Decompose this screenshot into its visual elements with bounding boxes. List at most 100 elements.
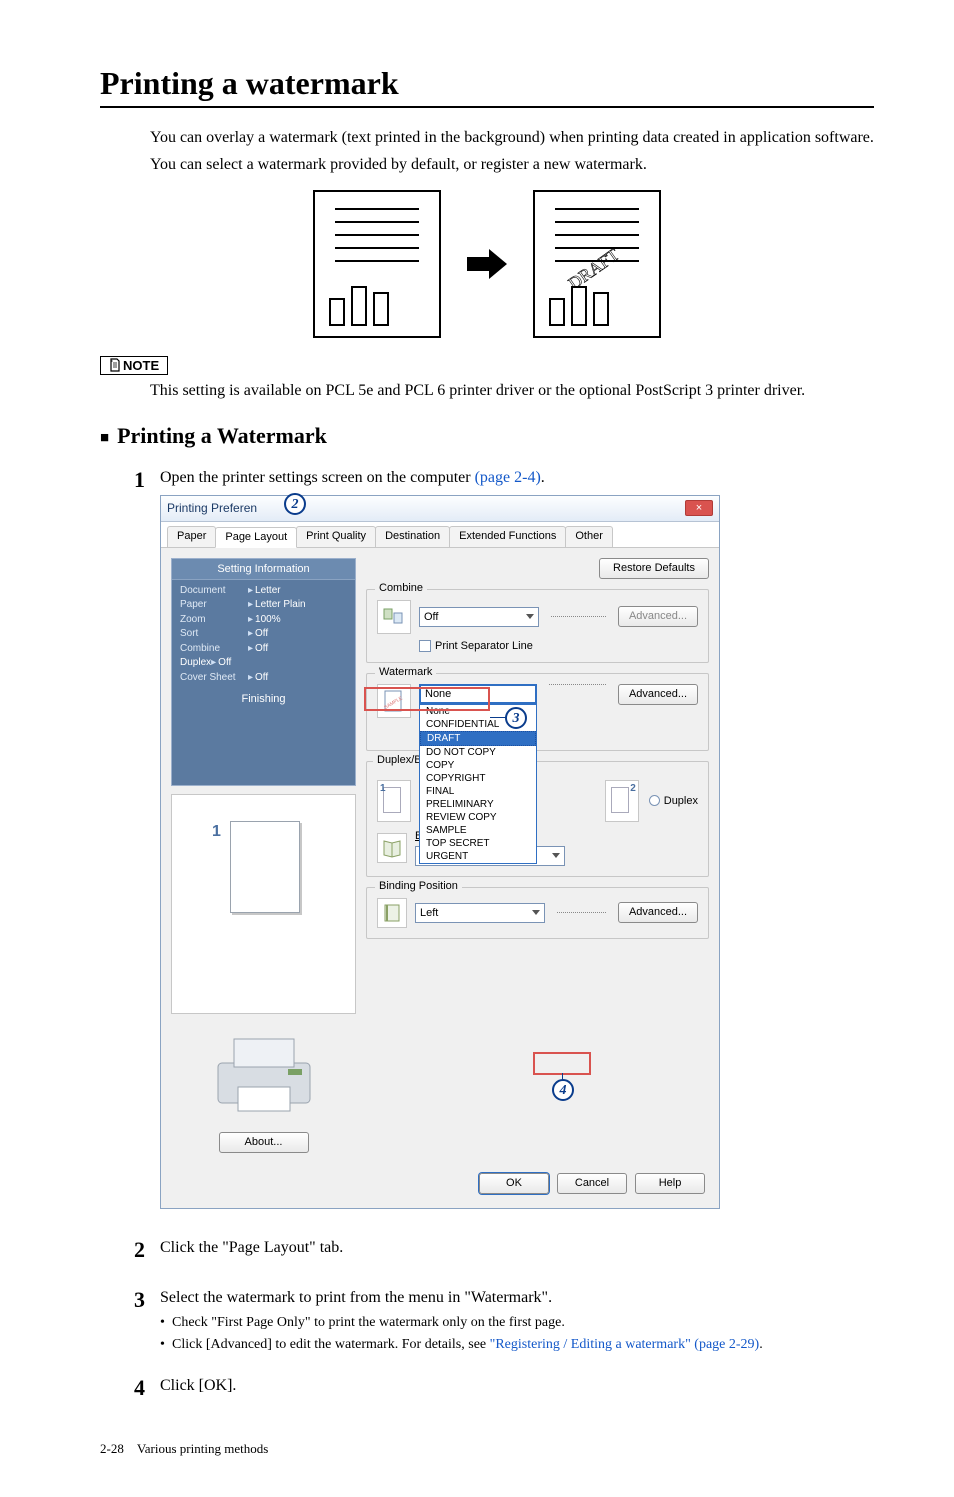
note-label-box: NOTE (100, 356, 168, 375)
doc-after: DRAFT (533, 190, 661, 338)
leader-3 (490, 717, 506, 718)
intro-par-2: You can select a watermark provided by d… (150, 153, 874, 176)
tab-strip: Paper Page Layout Print Quality Destinat… (161, 522, 719, 548)
wm-option[interactable]: COPYRIGHT (420, 772, 536, 785)
square-bullet-icon: ■ (100, 430, 109, 447)
section-title-text: Printing a Watermark (117, 423, 327, 448)
callout-3: 3 (505, 707, 527, 729)
si-paper-v: Letter Plain (255, 598, 306, 613)
group-watermark-title: Watermark (375, 666, 436, 678)
tab-extended-functions[interactable]: Extended Functions (449, 526, 566, 547)
si-cover-v: Off (255, 671, 268, 686)
footer-section-label: Various printing methods (137, 1441, 268, 1456)
close-button[interactable]: × (685, 500, 713, 516)
si-duplex-k: Duplex (180, 656, 211, 671)
tab-other[interactable]: Other (565, 526, 613, 547)
wm-option[interactable]: COPY (420, 759, 536, 772)
binding-select[interactable]: Left (415, 903, 545, 923)
finishing-label: Finishing (172, 689, 355, 711)
step-2-number: 2 (134, 1237, 160, 1263)
duplex-thumb-2[interactable]: 2 (605, 780, 639, 822)
wm-option[interactable]: PRELIMINARY (420, 798, 536, 811)
link-page-2-4[interactable]: (page 2-4) (475, 469, 541, 486)
setting-information-panel: Setting Information Document▸Letter Pape… (171, 558, 356, 786)
watermark-advanced-button[interactable]: Advanced... (618, 684, 698, 705)
setting-info-title: Setting Information (172, 559, 355, 580)
preview-page-number: 1 (212, 823, 221, 841)
si-doc-k: Document (180, 584, 248, 599)
combine-select[interactable]: Off (419, 607, 539, 627)
chevron-down-icon (526, 614, 534, 619)
si-sort-v: Off (255, 627, 268, 642)
tab-page-layout[interactable]: Page Layout (215, 527, 297, 548)
callout-2: 2 (284, 493, 306, 515)
si-zoom-k: Zoom (180, 613, 248, 628)
about-button[interactable]: About... (219, 1132, 309, 1153)
group-combine: Combine Off Advanced... Print Separa (366, 589, 709, 663)
cancel-button[interactable]: Cancel (557, 1173, 627, 1194)
link-registering-watermark[interactable]: "Registering / Editing a watermark" (pag… (490, 1337, 760, 1352)
combine-icon (377, 600, 411, 634)
page-title: Printing a watermark (100, 65, 874, 108)
wm-option[interactable]: FINAL (420, 785, 536, 798)
page-preview: 1 (171, 794, 356, 1014)
group-binding-title: Binding Position (375, 880, 462, 892)
callout-4: 4 (552, 1079, 574, 1101)
step-4-number: 4 (134, 1375, 160, 1401)
duplex-thumb-1[interactable]: 1 (377, 780, 411, 822)
group-binding-position: Binding Position Left Advanced... (366, 887, 709, 939)
tab-destination[interactable]: Destination (375, 526, 450, 547)
si-doc-v: Letter (255, 584, 281, 599)
before-after-diagram: DRAFT (100, 190, 874, 338)
wm-option[interactable]: URGENT (420, 850, 536, 863)
step-3-bullet-2: •Click [Advanced] to edit the watermark.… (160, 1335, 874, 1355)
help-button[interactable]: Help (635, 1173, 705, 1194)
step-3-bullet-1: •Check "First Page Only" to print the wa… (160, 1313, 874, 1333)
printer-icon (171, 1024, 356, 1124)
step-4-text: Click [OK]. (160, 1375, 874, 1397)
section-printing-watermark: ■ Printing a Watermark (100, 423, 874, 449)
binding-icon (377, 898, 407, 928)
wm-option[interactable]: DO NOT COPY (420, 746, 536, 759)
bin ding-advanced-button[interactable]: Advanced... (618, 902, 698, 923)
arrow-right-icon (467, 249, 507, 279)
step-3-number: 3 (134, 1287, 160, 1313)
group-watermark: Watermark SAMPLE None None (366, 673, 709, 751)
intro-par-1: You can overlay a watermark (text printe… (150, 126, 874, 149)
step-1-text: Open the printer settings screen on the … (160, 467, 874, 489)
combine-advanced-button[interactable]: Advanced... (618, 606, 698, 627)
redbox-watermark-select (364, 687, 490, 711)
group-combine-title: Combine (375, 582, 427, 594)
ok-button[interactable]: OK (479, 1173, 549, 1194)
tab-print-quality[interactable]: Print Quality (296, 526, 376, 547)
restore-defaults-button[interactable]: Restore Defaults (599, 558, 709, 579)
si-duplex-v: Off (218, 656, 231, 671)
dialog-titlebar: Printing Preferen × (161, 496, 719, 522)
doc-before (313, 190, 441, 338)
wm-option[interactable]: SAMPLE (420, 824, 536, 837)
chevron-down-icon (552, 853, 560, 858)
step-1-number: 1 (134, 467, 160, 493)
redbox-ok (533, 1052, 591, 1075)
note-block: NOTE This setting is available on PCL 5e… (100, 356, 874, 402)
si-sort-k: Sort (180, 627, 248, 642)
footer-page-number: 2-28 (100, 1441, 124, 1456)
note-icon (109, 358, 121, 372)
wm-option[interactable]: TOP SECRET (420, 837, 536, 850)
note-label-text: NOTE (123, 358, 159, 373)
duplex-radio[interactable]: Duplex (649, 795, 698, 807)
print-separator-line-checkbox[interactable]: Print Separator Line (419, 640, 698, 652)
step-2-text: Click the "Page Layout" tab. (160, 1237, 874, 1259)
note-text: This setting is available on PCL 5e and … (150, 379, 874, 402)
page-footer: 2-28 Various printing methods (100, 1441, 874, 1457)
si-combine-v: Off (255, 642, 268, 657)
step-3-text: Select the watermark to print from the m… (160, 1287, 874, 1309)
wm-option-highlight[interactable]: DRAFT (420, 731, 536, 746)
tab-paper[interactable]: Paper (167, 526, 216, 547)
wm-option[interactable]: REVIEW COPY (420, 811, 536, 824)
dialog-title-text: Printing Preferen (167, 501, 685, 515)
si-cover-k: Cover Sheet (180, 671, 248, 686)
chevron-down-icon (532, 910, 540, 915)
si-zoom-v: 100% (255, 613, 281, 628)
printing-preferences-dialog: Printing Preferen × Paper Page Layout Pr… (160, 495, 720, 1209)
